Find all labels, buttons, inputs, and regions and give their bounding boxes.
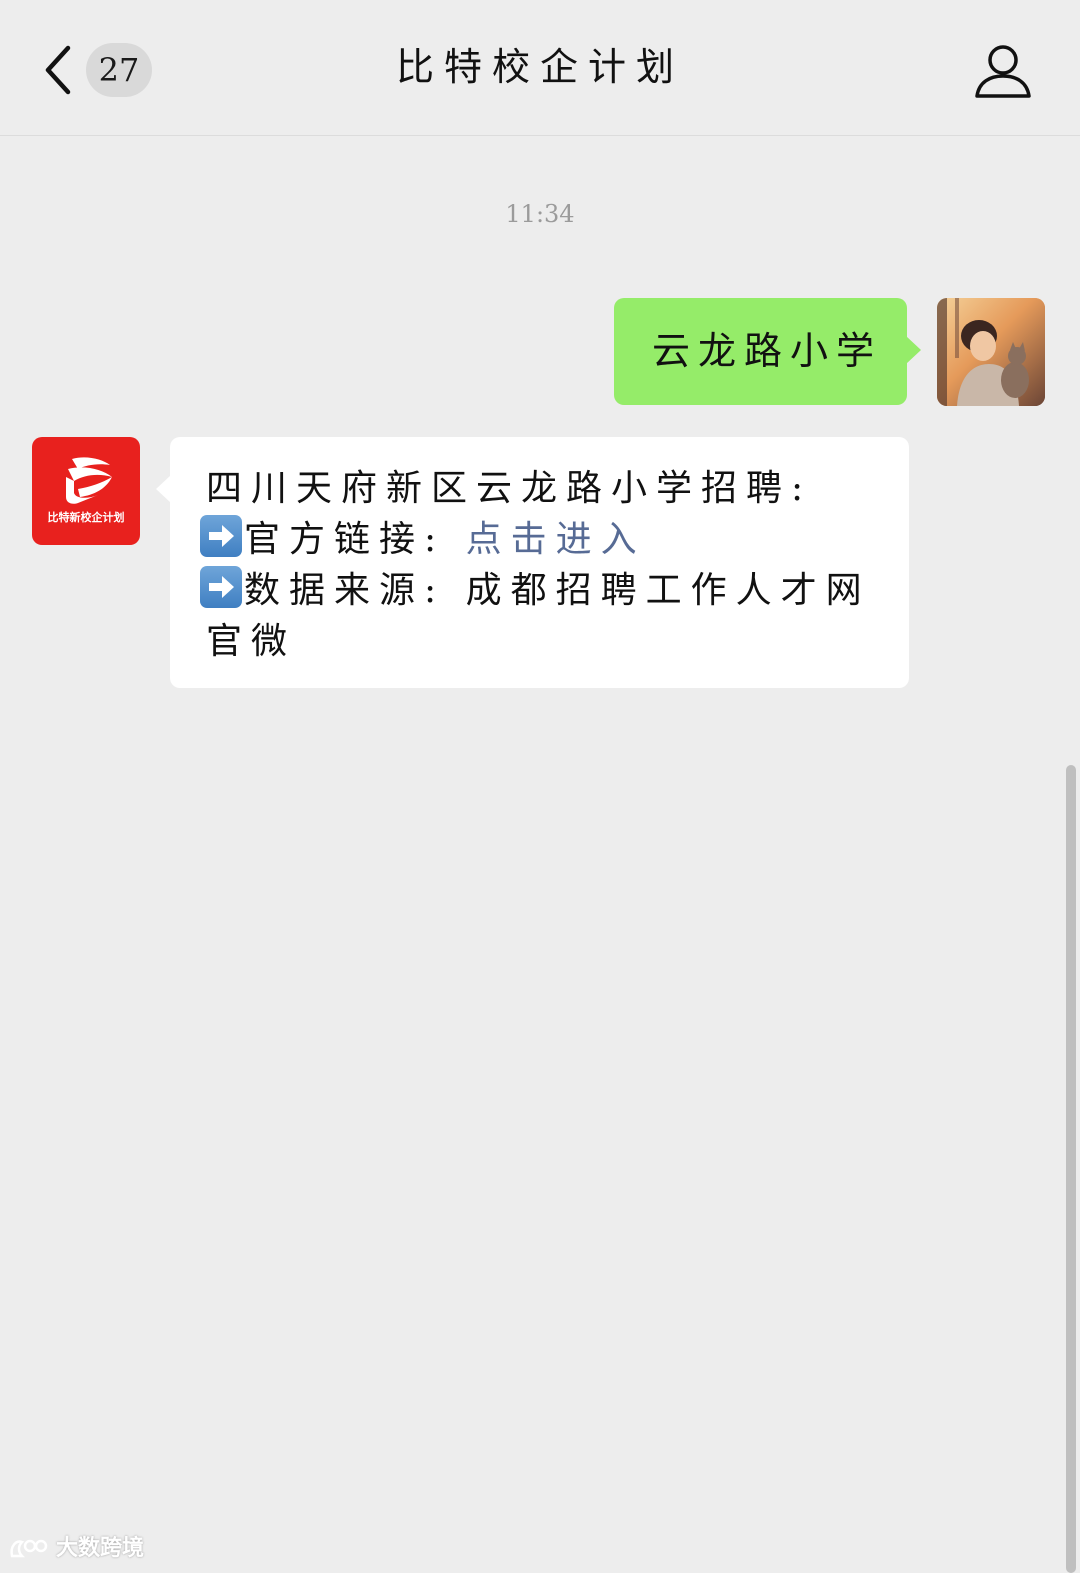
incoming-message-bubble[interactable]: 四川天府新区云龙路小学招聘: 官方链接: 点击进入 数据来源: 成都招聘工作人才… bbox=[156, 437, 909, 688]
back-chevron-icon[interactable] bbox=[40, 44, 80, 96]
user-avatar-illustration bbox=[937, 298, 1045, 406]
top-navbar: 27 比特校企计划 bbox=[0, 0, 1080, 136]
data-source-text: 数据来源: 成都招聘工作人才网官微 bbox=[206, 570, 871, 662]
message-line-link: 官方链接: 点击进入 bbox=[200, 514, 879, 565]
outgoing-message-bubble[interactable]: 云龙路小学 bbox=[614, 298, 921, 405]
unread-count-badge[interactable]: 27 bbox=[86, 43, 152, 97]
avatar-brand-label: 比特新校企计划 bbox=[47, 511, 125, 524]
click-to-enter-link[interactable]: 点击进入 bbox=[466, 519, 646, 560]
message-line-title: 四川天府新区云龙路小学招聘: bbox=[206, 468, 813, 509]
profile-icon[interactable] bbox=[972, 40, 1034, 102]
right-arrow-emoji-icon bbox=[200, 515, 242, 557]
watermark-logo-icon bbox=[10, 1539, 48, 1558]
brand-logo-icon bbox=[66, 457, 112, 504]
message-timestamp: 11:34 bbox=[505, 200, 575, 228]
official-link-label: 官方链接: bbox=[244, 519, 466, 560]
right-arrow-emoji-icon bbox=[200, 566, 242, 608]
watermark-text: 大数跨境 bbox=[56, 1536, 145, 1561]
chat-title: 比特校企计划 bbox=[395, 45, 684, 89]
user-avatar[interactable] bbox=[937, 298, 1045, 406]
message-line-source: 数据来源: 成都招聘工作人才网官微 bbox=[200, 565, 879, 667]
official-account-avatar[interactable]: 比特新校企计划 bbox=[32, 437, 140, 545]
watermark: 大数跨境 bbox=[8, 1532, 144, 1566]
chat-scrollbar[interactable] bbox=[1066, 765, 1076, 1573]
